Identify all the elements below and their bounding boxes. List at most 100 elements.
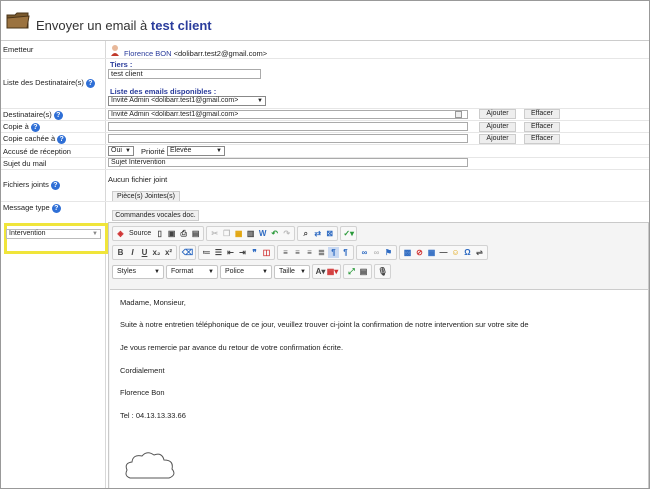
priorite-select[interactable]: Elevée ▼ [167, 146, 225, 156]
subscript-icon[interactable]: x₂ [151, 247, 162, 258]
templates-icon[interactable]: ▤ [190, 228, 201, 239]
effacer-copie-cachee-button[interactable]: Effacer [524, 134, 560, 144]
italic-icon[interactable]: I [127, 247, 138, 258]
emetteur-label: Emetteur [3, 45, 34, 54]
blockquote-icon[interactable]: ❞ [249, 247, 260, 258]
ajouter-copie-cachee-button[interactable]: Ajouter [479, 134, 516, 144]
styles-label: Styles [117, 267, 137, 275]
show-blocks-icon[interactable]: ▤ [358, 266, 369, 277]
underline-icon[interactable]: U [139, 247, 150, 258]
effacer-copie-button[interactable]: Effacer [524, 122, 560, 132]
address-book-icon[interactable] [455, 111, 462, 118]
paste-word-icon[interactable]: W [257, 228, 268, 239]
print-icon[interactable]: ⎙ [178, 228, 189, 239]
format-combo[interactable]: Format ▼ [166, 264, 218, 279]
div-icon[interactable]: ◫ [261, 247, 272, 258]
copie-cachee-text: Copie cachée à [3, 134, 56, 143]
paste-text-icon[interactable]: ▥ [245, 228, 256, 239]
styles-combo[interactable]: Styles ▼ [112, 264, 164, 279]
redo-icon[interactable]: ↷ [281, 228, 292, 239]
superscript-icon[interactable]: x² [163, 247, 174, 258]
ajouter-copie-button[interactable]: Ajouter [479, 122, 516, 132]
title-client-link[interactable]: test client [151, 18, 212, 33]
numbered-list-icon[interactable]: ≔ [201, 247, 212, 258]
copie-input[interactable] [108, 122, 468, 131]
help-icon[interactable]: ? [30, 122, 40, 132]
sujet-input[interactable]: Sujet Intervention [108, 158, 468, 167]
modele-select[interactable]: Intervention ▼ [6, 229, 101, 239]
source-icon[interactable]: ◈ [115, 228, 126, 239]
microphone-icon[interactable]: 🎙 [377, 266, 388, 277]
emails-available-select[interactable]: Invité Admin <dolibarr.test1@gmail.com> ▼ [108, 96, 266, 106]
anchor-icon[interactable]: ⚑ [383, 247, 394, 258]
undo-icon[interactable]: ↶ [269, 228, 280, 239]
ajouter-dest-button[interactable]: Ajouter [479, 109, 516, 119]
copie-cachee-input[interactable] [108, 134, 468, 143]
tiers-input[interactable]: test client [108, 69, 261, 79]
emetteur-email: <dolibarr.test2@gmail.com> [173, 49, 268, 58]
remove-format-icon[interactable]: ⌫ [182, 247, 193, 258]
commandes-vocales-button[interactable]: Commandes vocales doc. [112, 210, 199, 221]
table-icon[interactable]: ▦ [426, 247, 437, 258]
align-left-icon[interactable]: ≡ [280, 247, 291, 258]
rich-text-editor: ◈ Source ▯ ▣ ⎙ ▤ ✂ ❐ ▦ ▥ W ↶ ↷ ⌕ ⇄ ⊠ ✓▾ … [108, 222, 649, 488]
dropdown-arrow-icon: ▼ [262, 268, 268, 275]
maximize-icon[interactable]: ⤢ [346, 266, 357, 277]
select-all-icon[interactable]: ⊠ [324, 228, 335, 239]
find-icon[interactable]: ⌕ [300, 228, 311, 239]
align-right-icon[interactable]: ≡ [304, 247, 315, 258]
ltr-icon[interactable]: ¶ [328, 247, 339, 258]
toolbar-group-voice: 🎙 [374, 264, 391, 279]
divider [1, 169, 649, 170]
editor-content-area[interactable]: Madame, Monsieur, Suite à notre entretie… [110, 289, 648, 488]
toolbar-group-clipboard: ✂ ❐ ▦ ▥ W ↶ ↷ [206, 226, 296, 241]
toolbar-group-basic: B I U x₂ x² [112, 245, 177, 260]
image-icon[interactable]: ▩ [402, 247, 413, 258]
align-center-icon[interactable]: ≡ [292, 247, 303, 258]
help-icon[interactable]: ? [50, 180, 60, 190]
rtl-icon[interactable]: ¶ [340, 247, 351, 258]
help-icon[interactable]: ? [53, 110, 63, 120]
paste-icon[interactable]: ▦ [233, 228, 244, 239]
destinataires-list-text: Liste des Destinataire(s) [3, 78, 84, 87]
accuse-select[interactable]: Oui ▼ [108, 146, 134, 156]
accuse-label: Accusé de réception [3, 147, 71, 156]
format-label: Format [171, 267, 194, 275]
taille-combo[interactable]: Taille ▼ [274, 264, 310, 279]
link-icon[interactable]: ∞ [359, 247, 370, 258]
justify-icon[interactable]: ≣ [316, 247, 327, 258]
replace-icon[interactable]: ⇄ [312, 228, 323, 239]
spellcheck-icon[interactable]: ✓▾ [343, 228, 354, 239]
modele-select-value: Intervention [9, 230, 46, 237]
police-combo[interactable]: Police ▼ [220, 264, 272, 279]
effacer-dest-button[interactable]: Effacer [524, 109, 560, 119]
toolbar-group-find: ⌕ ⇄ ⊠ [297, 226, 339, 241]
help-icon[interactable]: ? [85, 78, 95, 88]
cut-icon[interactable]: ✂ [209, 228, 220, 239]
help-icon[interactable]: ? [57, 134, 67, 144]
dropdown-arrow-icon: ▼ [216, 148, 222, 154]
text-color-icon[interactable]: A▾ [315, 266, 326, 277]
smiley-icon[interactable]: ☺ [450, 247, 461, 258]
flash-icon[interactable]: ⊘ [414, 247, 425, 258]
help-icon[interactable]: ? [51, 203, 61, 213]
horizontal-rule-icon[interactable]: — [438, 247, 449, 258]
emails-available-label: Liste des emails disponibles : [110, 87, 217, 96]
bold-icon[interactable]: B [115, 247, 126, 258]
indent-icon[interactable]: ⇥ [237, 247, 248, 258]
bulleted-list-icon[interactable]: ☰ [213, 247, 224, 258]
divider [1, 201, 649, 202]
destinataires-list-label: Liste des Destinataire(s)? [3, 78, 95, 88]
destinataires-input[interactable]: Invité Admin <dolibarr.test1@gmail.com> [108, 110, 468, 119]
page-break-icon[interactable]: ⇌ [474, 247, 485, 258]
outdent-icon[interactable]: ⇤ [225, 247, 236, 258]
source-button[interactable]: Source [127, 230, 153, 237]
unlink-icon[interactable]: ∞ [371, 247, 382, 258]
new-page-icon[interactable]: ▯ [154, 228, 165, 239]
fichiers-label: Fichiers joints? [3, 180, 60, 190]
special-char-icon[interactable]: Ω [462, 247, 473, 258]
copy-icon[interactable]: ❐ [221, 228, 232, 239]
preview-icon[interactable]: ▣ [166, 228, 177, 239]
fichiers-text: Fichiers joints [3, 180, 49, 189]
background-color-icon[interactable]: ▦▾ [327, 266, 339, 277]
